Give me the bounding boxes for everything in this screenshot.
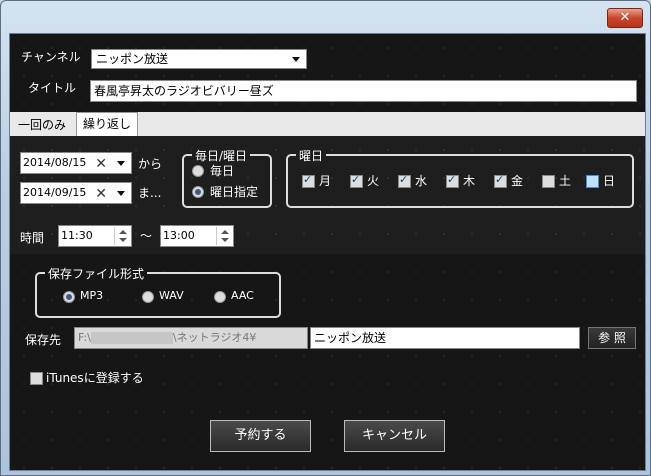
radio-weekday-label[interactable]: 曜日指定 — [210, 183, 258, 200]
checkbox-mon-label[interactable]: 月 — [319, 172, 331, 189]
checkbox-tue-label[interactable]: 火 — [367, 172, 379, 189]
cancel-button[interactable]: キャンセル — [344, 420, 445, 452]
checkbox-tue[interactable] — [350, 173, 363, 188]
chevron-down-icon[interactable] — [117, 161, 125, 166]
title-label: タイトル — [28, 81, 77, 95]
radio-weekday[interactable] — [192, 186, 204, 198]
checkbox-sun[interactable] — [586, 175, 599, 188]
file-format-title: 保存ファイル形式 — [45, 265, 148, 282]
start-time-spinner[interactable]: 11:30 — [58, 225, 132, 247]
tab-once[interactable]: 一回のみ — [12, 114, 72, 136]
checkbox-fri[interactable] — [494, 173, 507, 188]
repeat-panel: 2014/08/15 ✕ から 2014/09/15 ✕ ま... 毎日/曜日 … — [10, 136, 645, 254]
to-label: ま... — [138, 186, 162, 200]
close-button[interactable]: ✕ — [607, 8, 643, 28]
radio-wav[interactable] — [142, 291, 154, 303]
start-date-value: 2014/08/15 — [23, 156, 87, 169]
repeat-mode-group: 毎日/曜日 毎日 曜日指定 — [182, 147, 272, 208]
chevron-down-icon[interactable] — [117, 191, 125, 196]
radio-daily-label[interactable]: 毎日 — [210, 162, 234, 179]
file-format-group: 保存ファイル形式 MP3 WAV AAC — [35, 265, 281, 318]
checkbox-sat-label[interactable]: 土 — [559, 172, 571, 189]
checkbox-sun-label[interactable]: 日 — [603, 172, 615, 189]
start-date-picker[interactable]: 2014/08/15 ✕ — [20, 152, 132, 174]
spin-down-icon[interactable] — [119, 238, 127, 242]
radio-wav-label[interactable]: WAV — [159, 289, 184, 302]
radio-daily[interactable] — [192, 165, 204, 177]
radio-aac[interactable] — [214, 291, 226, 303]
itunes-label[interactable]: iTunesに登録する — [46, 369, 144, 386]
save-path-suffix: \ネットラジオ4¥ — [172, 331, 257, 344]
channel-label: チャンネル — [21, 50, 81, 64]
dialog-window: ✕ チャンネル ニッポン放送 タイトル 春風亭昇太のラジオビバリー昼ズ 一回のみ… — [0, 0, 651, 476]
spin-down-icon[interactable] — [221, 238, 229, 242]
itunes-checkbox[interactable] — [30, 372, 43, 385]
end-time-spinner[interactable]: 13:00 — [160, 225, 234, 247]
radio-mp3-label[interactable]: MP3 — [80, 289, 103, 302]
save-location-label: 保存先 — [25, 333, 62, 347]
redacted-path-segment — [90, 332, 173, 344]
spin-up-icon[interactable] — [221, 230, 229, 234]
dialog-client-area: チャンネル ニッポン放送 タイトル 春風亭昇太のラジオビバリー昼ズ 一回のみ 繰… — [9, 33, 646, 471]
save-path-prefix: F:\ — [78, 331, 91, 344]
radio-aac-label[interactable]: AAC — [231, 289, 254, 302]
checkbox-thu[interactable] — [446, 173, 459, 188]
save-folder-input[interactable]: ニッポン放送 — [310, 327, 580, 349]
end-date-value: 2014/09/15 — [23, 186, 87, 199]
tab-bar: 一回のみ 繰り返し — [10, 112, 645, 136]
weekday-title: 曜日 — [296, 147, 327, 164]
save-folder-value: ニッポン放送 — [314, 331, 387, 345]
radio-mp3[interactable] — [63, 291, 75, 303]
time-separator: ～ — [140, 229, 153, 243]
checkbox-fri-label[interactable]: 金 — [511, 172, 523, 189]
channel-select[interactable]: ニッポン放送 — [91, 49, 307, 69]
checkbox-mon[interactable] — [302, 173, 315, 188]
tab-repeat[interactable]: 繰り返し — [76, 112, 139, 136]
clear-icon[interactable]: ✕ — [95, 154, 107, 174]
end-date-picker[interactable]: 2014/09/15 ✕ — [20, 182, 132, 204]
browse-button[interactable]: 参 照 — [588, 327, 636, 349]
title-value: 春風亭昇太のラジオビバリー昼ズ — [94, 84, 274, 98]
checkbox-sat[interactable] — [542, 175, 555, 188]
channel-value: ニッポン放送 — [96, 52, 169, 66]
spin-up-icon[interactable] — [119, 230, 127, 234]
time-label: 時間 — [20, 231, 45, 245]
checkbox-thu-label[interactable]: 木 — [463, 172, 475, 189]
title-input[interactable]: 春風亭昇太のラジオビバリー昼ズ — [90, 80, 637, 102]
weekday-group: 曜日 月 火 水 木 金 土 日 — [286, 147, 634, 208]
start-time-value: 11:30 — [61, 229, 93, 242]
clear-icon[interactable]: ✕ — [95, 184, 107, 204]
chevron-down-icon — [292, 57, 300, 62]
checkbox-wed[interactable] — [398, 173, 411, 188]
end-time-value: 13:00 — [163, 229, 195, 242]
from-label: から — [138, 157, 163, 171]
close-icon: ✕ — [619, 10, 631, 25]
save-path-field: F:\ \ネットラジオ4¥ — [74, 327, 308, 349]
reserve-button[interactable]: 予約する — [210, 420, 311, 452]
checkbox-wed-label[interactable]: 水 — [415, 172, 427, 189]
